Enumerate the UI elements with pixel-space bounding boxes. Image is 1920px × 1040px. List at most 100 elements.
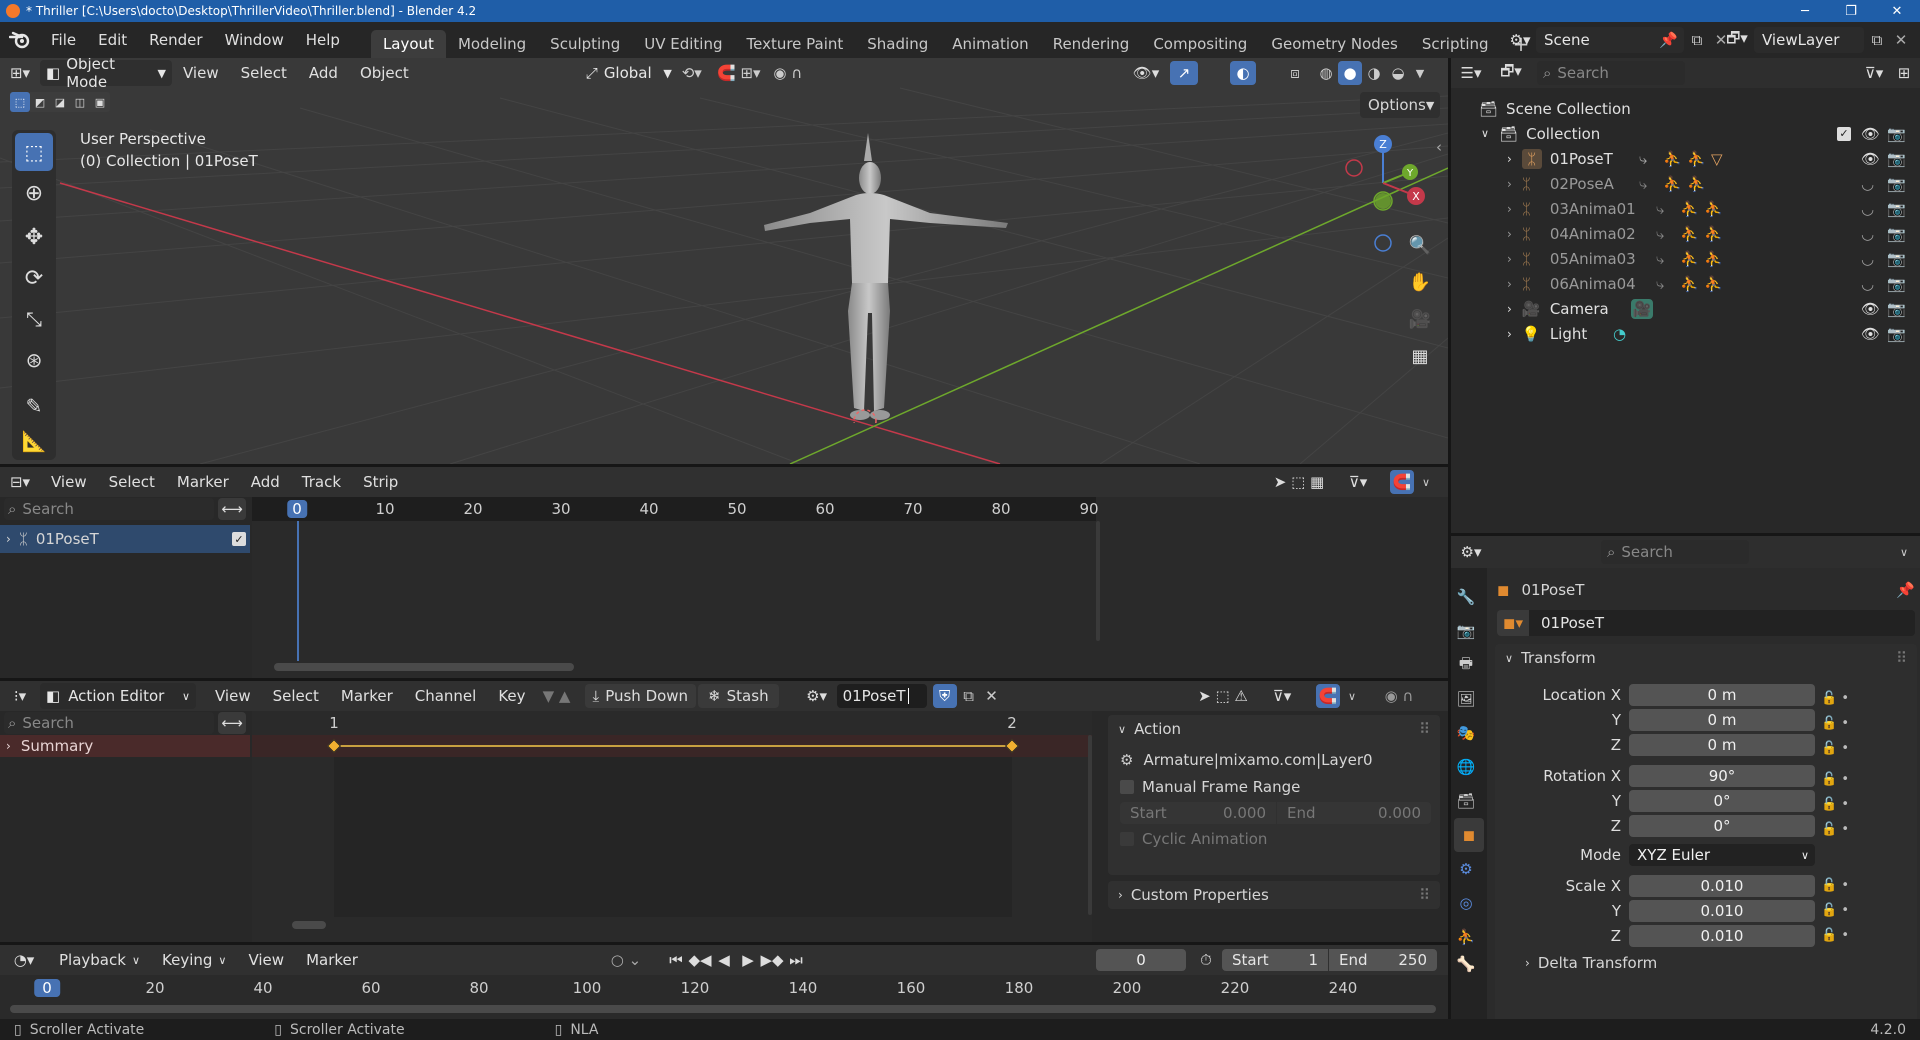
outliner-item-light[interactable]: › 💡 Light ◔ 👁 📷 xyxy=(1451,321,1920,346)
cyclic-animation-row[interactable]: Cyclic Animation xyxy=(1108,825,1440,853)
nla-horizontal-scrollbar[interactable] xyxy=(274,663,574,671)
auto-keying-icon[interactable]: ○ ⌄ xyxy=(606,948,646,972)
chevron-down-icon[interactable]: ∨ xyxy=(1342,684,1362,708)
action-selection-icons[interactable]: ➤ ⬚ ⚠ xyxy=(1188,684,1258,708)
eye-icon[interactable]: 👁 xyxy=(1861,325,1880,343)
timeline-menu-view[interactable]: View xyxy=(237,945,295,975)
action-panel-header[interactable]: ∨ Action ⠿ xyxy=(1108,715,1440,743)
lock-icon[interactable]: 🔓 • xyxy=(1821,767,1849,792)
display-mode-icon[interactable]: 🗗▾ xyxy=(1491,59,1531,87)
camera-render-icon[interactable]: 📷 xyxy=(1887,275,1906,293)
chevron-right-icon[interactable]: › xyxy=(1507,177,1512,191)
custom-properties-panel[interactable]: › Custom Properties ⠿ xyxy=(1108,881,1440,909)
material-shading-icon[interactable]: ◑ xyxy=(1362,61,1386,85)
physics-tab-icon[interactable]: ◎ xyxy=(1451,886,1481,920)
camera-render-icon[interactable]: 📷 xyxy=(1887,250,1906,268)
viewport-menu-add[interactable]: Add xyxy=(298,58,349,88)
horizontal-area-divider[interactable] xyxy=(0,464,1448,467)
filter-icon[interactable]: ⊽▾ xyxy=(1856,59,1892,87)
chevron-right-icon[interactable]: › xyxy=(1507,227,1512,241)
manual-frame-range-row[interactable]: Manual Frame Range xyxy=(1108,773,1440,801)
push-down-button[interactable]: ⤓ Push Down xyxy=(584,684,697,708)
chevron-down-icon[interactable]: ∨ xyxy=(1481,127,1489,140)
nla-search-input[interactable]: ⌕ Search xyxy=(4,498,214,520)
maximize-button[interactable]: ❐ xyxy=(1828,0,1874,22)
nla-menu-track[interactable]: Track xyxy=(291,467,352,497)
end-frame-field[interactable]: End 0.000 xyxy=(1277,802,1431,824)
object-tab-icon[interactable]: ◼ xyxy=(1454,818,1484,852)
swap-icon[interactable]: ⟷ xyxy=(218,712,246,734)
snap-icon[interactable]: 🧲 ⊞▾ xyxy=(712,59,766,87)
chevron-right-icon[interactable]: › xyxy=(1507,302,1512,316)
lock-icon[interactable]: 🔓 • xyxy=(1821,817,1849,842)
filter-icon[interactable]: ⊽▾ xyxy=(1340,470,1376,494)
menu-window[interactable]: Window xyxy=(214,22,295,58)
close-button[interactable]: ✕ xyxy=(1874,0,1920,22)
new-scene-icon[interactable]: ⧉ xyxy=(1684,27,1710,53)
chevron-right-icon[interactable]: › xyxy=(1507,202,1512,216)
tab-scripting[interactable]: Scripting xyxy=(1410,30,1501,58)
viewlayer-name-field[interactable]: ViewLayer xyxy=(1754,27,1864,53)
scene-name-field[interactable]: Scene 📌 xyxy=(1536,27,1684,53)
visibility-icon[interactable]: 👁▾ xyxy=(1126,59,1166,87)
jump-end-icon[interactable]: ⏭ xyxy=(784,948,808,972)
tab-animation[interactable]: Animation xyxy=(940,30,1040,58)
chevron-right-icon[interactable]: › xyxy=(1507,152,1512,166)
outliner-item-04anima02[interactable]: › ᛯ 04Anima02 ⤷ ⛹ ⛹ ◡ 📷 xyxy=(1451,221,1920,246)
camera-render-icon[interactable]: 📷 xyxy=(1887,325,1906,343)
track-checkbox[interactable]: ✓ xyxy=(232,532,246,546)
rendered-shading-icon[interactable]: ◒ xyxy=(1386,61,1410,85)
lock-icon[interactable]: 🔓 • xyxy=(1821,923,1849,948)
action-menu-key[interactable]: Key xyxy=(487,681,536,711)
camera-render-icon[interactable]: 📷 xyxy=(1887,125,1906,143)
rotation-mode-dropdown[interactable]: XYZ Euler ∨ xyxy=(1629,844,1815,866)
dopesheet-editor-type-icon[interactable]: ⁝▾ xyxy=(0,682,40,710)
select-box-tool[interactable]: ⬚ xyxy=(15,133,53,171)
cursor-tool[interactable]: ⊕ xyxy=(15,174,53,212)
action-vertical-scrollbar[interactable] xyxy=(1088,735,1092,915)
tab-uv-editing[interactable]: UV Editing xyxy=(632,30,734,58)
solid-shading-icon[interactable]: ● xyxy=(1338,61,1362,85)
nla-track-01poset[interactable]: › ᛯ 01PoseT ✓ xyxy=(0,525,250,553)
action-menu-channel[interactable]: Channel xyxy=(404,681,488,711)
new-action-icon[interactable]: ⧉ xyxy=(957,684,981,708)
next-keyframe-icon[interactable]: ▶◆ xyxy=(760,948,784,972)
pin-icon[interactable]: 📌 xyxy=(1896,581,1915,599)
world-tab-icon[interactable]: 🌐 xyxy=(1451,750,1481,784)
chevron-right-icon[interactable]: › xyxy=(1507,327,1512,341)
outliner-search-input[interactable]: ⌕ Search xyxy=(1537,61,1685,85)
overlay-toggle-icon[interactable]: ◐ xyxy=(1230,61,1256,85)
measure-tool[interactable]: 📐 xyxy=(15,428,53,454)
layer-up-down-icon[interactable]: ▼ ▲ xyxy=(537,684,577,708)
timeline-ruler[interactable]: 0 20 40 60 80 100 120 140 160 180 200 22… xyxy=(0,975,1448,1019)
action-keyframe-area[interactable]: 1 2 xyxy=(252,711,1092,942)
timeline-menu-playback[interactable]: Playback ∨ xyxy=(48,945,151,975)
filter-icon[interactable]: ⊽▾ xyxy=(1264,684,1300,708)
scale-y-field[interactable]: 0.010 xyxy=(1629,900,1815,922)
lock-icon[interactable]: 🔓 • xyxy=(1821,711,1849,736)
scene-collection-row[interactable]: 🗃 Scene Collection xyxy=(1451,96,1920,121)
nla-menu-strip[interactable]: Strip xyxy=(352,467,409,497)
start-frame-field[interactable]: Start 0.000 xyxy=(1120,802,1276,824)
sidebar-toggle-icon[interactable]: ‹ xyxy=(1436,138,1442,156)
outliner-item-03anima01[interactable]: › ᛯ 03Anima01 ⤷ ⛹ ⛹ ◡ 📷 xyxy=(1451,196,1920,221)
menu-help[interactable]: Help xyxy=(295,22,351,58)
nla-menu-view[interactable]: View xyxy=(40,467,98,497)
chevron-right-icon[interactable]: › xyxy=(1507,252,1512,266)
proportional-edit-icon[interactable]: ◉ ∩ xyxy=(766,59,810,87)
bone-tab-icon[interactable]: 🦴 xyxy=(1451,954,1481,974)
nla-menu-marker[interactable]: Marker xyxy=(166,467,240,497)
nla-timeline-area[interactable]: 0 10 20 30 40 50 60 70 80 90 xyxy=(252,497,1448,678)
horizontal-area-divider[interactable] xyxy=(0,942,1448,945)
select-extend-icon[interactable]: ◩ xyxy=(30,92,50,112)
snap-icon[interactable]: 🧲 xyxy=(1390,470,1414,494)
chevron-right-icon[interactable]: › xyxy=(6,532,11,546)
chevron-right-icon[interactable]: › xyxy=(1507,277,1512,291)
unlink-action-icon[interactable]: ✕ xyxy=(981,684,1003,708)
transform-orientation-dropdown[interactable]: ⤢ Global ▼ xyxy=(580,60,672,86)
eye-closed-icon[interactable]: ◡ xyxy=(1861,175,1874,193)
chevron-down-icon[interactable]: ∨ xyxy=(1416,470,1436,494)
scene-icon[interactable]: ⚙▾ xyxy=(1504,26,1536,54)
datablock-browse-icon[interactable]: ◼▾ xyxy=(1497,610,1529,636)
timeline-menu-keying[interactable]: Keying ∨ xyxy=(151,945,237,975)
